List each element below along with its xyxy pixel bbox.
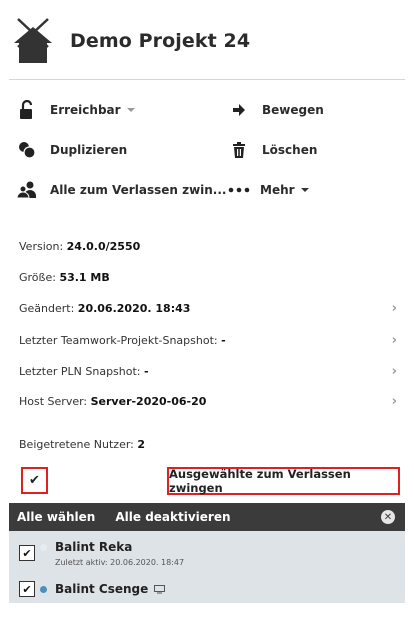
chevron-right-icon: ›: [391, 301, 397, 316]
host-server-label: Host Server:: [19, 395, 91, 408]
changed-row[interactable]: Geändert: 20.06.2020. 18:43 ›: [19, 301, 399, 316]
more-dropdown[interactable]: Mehr: [226, 176, 309, 204]
select-all-checkbox[interactable]: ✔: [21, 467, 48, 494]
version-row: Version: 24.0.0/2550: [19, 240, 399, 253]
list-item: ✔ Balint Reka Zuletzt aktiv: 20.06.2020.…: [9, 531, 405, 571]
user-name: Balint Csenge: [55, 582, 149, 596]
reachable-label: Erreichbar: [50, 103, 121, 117]
host-server-row[interactable]: Host Server: Server-2020-06-20 ›: [19, 394, 399, 409]
user-name-wrap: Balint Csenge: [55, 582, 166, 596]
project-header: Demo Projekt 24: [12, 14, 404, 68]
duplicate-label: Duplizieren: [50, 143, 128, 157]
version-value: 24.0.0/2550: [66, 240, 141, 253]
delete-label: Löschen: [262, 143, 318, 157]
size-label: Größe:: [19, 271, 60, 284]
duplicate-button[interactable]: Duplizieren: [16, 136, 127, 164]
reachable-dropdown[interactable]: Erreichbar: [16, 96, 135, 124]
user-last-active: Zuletzt aktiv: 20.06.2020. 18:47: [55, 558, 185, 567]
teamwork-snapshot-value: -: [221, 334, 226, 347]
force-selected-leave-button[interactable]: Ausgewählte zum Verlassen zwingen: [167, 467, 400, 495]
page-title: Demo Projekt 24: [70, 30, 251, 52]
pln-snapshot-row[interactable]: Letzter PLN Snapshot: - ›: [19, 364, 399, 379]
user-name: Balint Reka: [55, 540, 133, 554]
joined-users-label: Beigetretene Nutzer:: [19, 438, 138, 451]
pln-snapshot-label: Letzter PLN Snapshot:: [19, 365, 145, 378]
chevron-right-icon: ›: [391, 364, 397, 379]
close-icon[interactable]: ✕: [381, 510, 395, 524]
trash-icon: [228, 139, 250, 161]
online-status-dot: [40, 586, 47, 593]
arrow-right-icon: [228, 99, 250, 121]
size-value: 53.1 MB: [59, 271, 110, 284]
unlock-icon: [16, 99, 38, 121]
host-server-value: Server-2020-06-20: [90, 395, 207, 408]
teamwork-snapshot-label: Letzter Teamwork-Projekt-Snapshot:: [19, 334, 222, 347]
house-icon: [14, 18, 52, 63]
force-leave-all-label: Alle zum Verlassen zwin...: [50, 183, 227, 197]
checkmark-icon: ✔: [29, 473, 40, 488]
move-button[interactable]: Bewegen: [228, 96, 324, 124]
duplicate-icon: [16, 139, 38, 161]
users-icon: [16, 179, 38, 201]
more-dots-icon: [226, 179, 252, 201]
force-leave-all-button[interactable]: Alle zum Verlassen zwin...: [16, 176, 226, 204]
user-checkbox[interactable]: ✔: [19, 545, 35, 561]
joined-users-row: Beigetretene Nutzer: 2: [19, 438, 399, 451]
joined-users-value: 2: [137, 438, 146, 451]
monitor-icon: [154, 585, 166, 594]
pln-snapshot-value: -: [144, 365, 149, 378]
deselect-all-link[interactable]: Alle deaktivieren: [115, 510, 230, 524]
caret-down-icon: [126, 108, 135, 112]
version-label: Version:: [19, 240, 67, 253]
changed-label: Geändert:: [19, 302, 78, 315]
chevron-right-icon: ›: [391, 394, 397, 409]
more-label: Mehr: [260, 183, 295, 197]
delete-button[interactable]: Löschen: [228, 136, 317, 164]
user-list: ✔ Balint Reka Zuletzt aktiv: 20.06.2020.…: [9, 531, 405, 603]
user-checkbox[interactable]: ✔: [19, 581, 35, 597]
chevron-right-icon: ›: [391, 333, 397, 348]
size-row: Größe: 53.1 MB: [19, 271, 399, 284]
changed-value: 20.06.2020. 18:43: [77, 302, 191, 315]
status-dot: [40, 544, 47, 551]
divider: [9, 79, 405, 80]
teamwork-snapshot-row[interactable]: Letzter Teamwork-Projekt-Snapshot: - ›: [19, 333, 399, 348]
select-all-link[interactable]: Alle wählen: [17, 510, 95, 524]
selection-toolbar: Alle wählen Alle deaktivieren ✕: [9, 503, 405, 531]
caret-down-icon: [300, 188, 309, 192]
list-item: ✔ Balint Csenge: [9, 573, 405, 603]
move-label: Bewegen: [262, 103, 324, 117]
